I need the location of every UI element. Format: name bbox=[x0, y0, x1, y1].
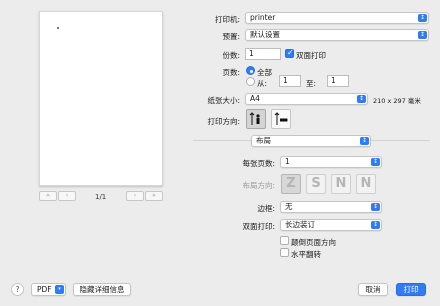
preview-content-mark bbox=[57, 27, 59, 29]
paper-dimensions: 210 x 297 毫米 bbox=[373, 97, 421, 105]
pages-from-field[interactable]: 1 bbox=[279, 75, 301, 87]
first-page-button[interactable]: « bbox=[39, 191, 57, 201]
chevron-updown-icon bbox=[418, 31, 427, 39]
pages-per-sheet-select[interactable]: 1 bbox=[280, 156, 382, 168]
pdf-menu-button[interactable]: PDF ▾ bbox=[31, 283, 66, 296]
presets-select[interactable]: 默认设置 bbox=[245, 29, 429, 41]
pages-per-sheet-value: 1 bbox=[285, 157, 290, 166]
orientation-label: 打印方向: bbox=[207, 117, 240, 126]
chevron-updown-icon bbox=[418, 14, 427, 22]
border-label: 边框: bbox=[257, 204, 275, 213]
layout-direction-label: 布局方向: bbox=[242, 181, 275, 190]
layout-direction-z-button[interactable]: Z bbox=[281, 174, 301, 194]
paper-size-value: A4 bbox=[250, 94, 260, 103]
pages-to-label: 至: bbox=[306, 79, 317, 88]
pages-to-field[interactable]: 1 bbox=[327, 75, 349, 87]
chevron-updown-icon bbox=[371, 158, 380, 166]
chevron-updown-icon bbox=[357, 95, 366, 103]
pages-all-label: 全部 bbox=[257, 68, 272, 77]
layout-direction-n-mirror-button[interactable]: N bbox=[356, 174, 376, 194]
chevron-down-icon: ▾ bbox=[55, 285, 64, 294]
presets-label: 预置: bbox=[222, 32, 240, 41]
duplex-checkbox[interactable] bbox=[285, 48, 294, 58]
two-sided-value: 长边装订 bbox=[285, 220, 315, 229]
paper-size-select[interactable]: A4 bbox=[245, 93, 368, 105]
chevron-updown-icon bbox=[360, 137, 369, 145]
layout-direction-n-button[interactable]: N bbox=[331, 174, 351, 194]
copies-label: 份数: bbox=[222, 51, 240, 60]
pages-all-radio[interactable] bbox=[246, 66, 255, 75]
orientation-landscape-button[interactable] bbox=[271, 109, 291, 129]
border-select[interactable]: 无 bbox=[280, 201, 382, 213]
previous-page-button[interactable]: ‹ bbox=[58, 191, 76, 201]
pages-range-radio[interactable] bbox=[246, 77, 255, 86]
portrait-person-icon bbox=[249, 112, 260, 125]
pdf-label: PDF bbox=[37, 285, 52, 294]
section-select[interactable]: 布局 bbox=[251, 135, 371, 147]
help-button[interactable]: ? bbox=[11, 283, 24, 296]
flip-horizontal-checkbox[interactable] bbox=[280, 248, 289, 257]
paper-size-label: 纸张大小: bbox=[207, 96, 240, 105]
next-page-button[interactable]: › bbox=[126, 191, 144, 201]
pages-from-label: 从: bbox=[257, 79, 268, 88]
printer-select[interactable]: printer bbox=[245, 12, 429, 24]
section-value: 布局 bbox=[256, 136, 271, 145]
last-page-button[interactable]: » bbox=[145, 191, 163, 201]
print-preview-page bbox=[39, 11, 163, 186]
landscape-person-icon bbox=[274, 112, 288, 125]
reverse-orientation-checkbox[interactable] bbox=[280, 236, 289, 245]
printer-value: printer bbox=[250, 13, 276, 22]
two-sided-select[interactable]: 长边装订 bbox=[280, 219, 382, 231]
pages-per-sheet-label: 每张页数: bbox=[242, 159, 275, 168]
page-indicator: 1/1 bbox=[95, 193, 107, 201]
layout-direction-s-button[interactable]: S bbox=[306, 174, 326, 194]
cancel-button[interactable]: 取消 bbox=[358, 283, 388, 296]
duplex-label: 双面打印 bbox=[296, 51, 326, 60]
print-button[interactable]: 打印 bbox=[396, 283, 426, 296]
border-value: 无 bbox=[285, 202, 293, 211]
orientation-portrait-button[interactable] bbox=[246, 109, 266, 129]
printer-label: 打印机: bbox=[214, 15, 240, 24]
two-sided-label: 双面打印: bbox=[242, 222, 275, 231]
pages-label: 页数: bbox=[222, 68, 240, 77]
reverse-orientation-label: 颠倒页面方向 bbox=[291, 238, 336, 247]
presets-value: 默认设置 bbox=[250, 30, 280, 39]
chevron-updown-icon bbox=[371, 203, 380, 211]
flip-horizontal-label: 水平翻转 bbox=[291, 250, 321, 259]
hide-details-button[interactable]: 隐藏详细信息 bbox=[73, 283, 131, 296]
chevron-updown-icon bbox=[371, 221, 380, 229]
copies-field[interactable]: 1 bbox=[245, 48, 281, 60]
